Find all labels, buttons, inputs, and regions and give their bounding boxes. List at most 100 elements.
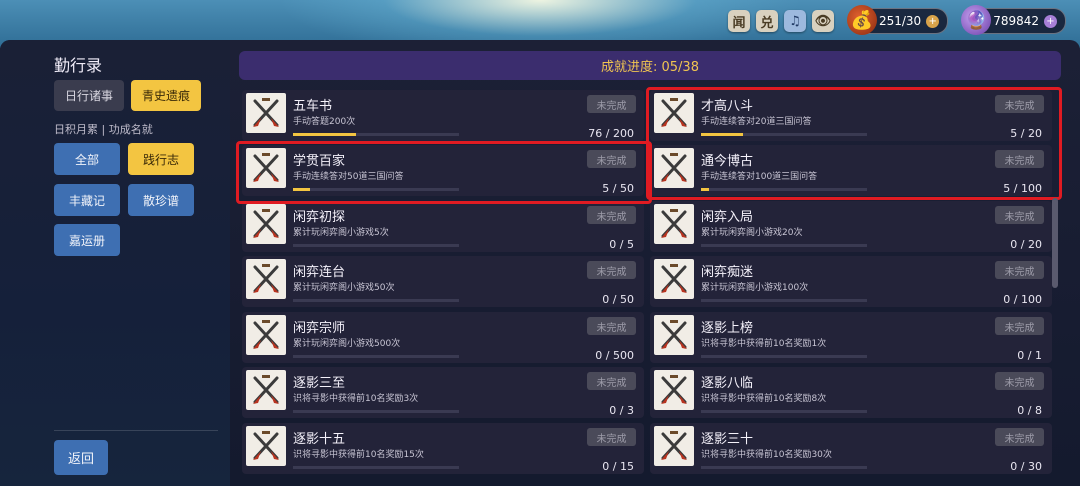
progress-count: 0 / 15 — [602, 460, 634, 473]
progress-fill — [293, 133, 356, 136]
progress-count: 0 / 8 — [1017, 404, 1042, 417]
progress-count: 0 / 5 — [609, 238, 634, 251]
highlight-box — [236, 141, 652, 204]
status-badge: 未完成 — [587, 206, 636, 224]
category-treasure-button[interactable]: 散珍谱 — [128, 184, 194, 216]
achievement-card[interactable]: 闲弈入局累计玩闲弈阁小游戏20次 未完成 0 / 20 — [650, 201, 1052, 252]
crossed-brushes-icon — [654, 426, 694, 466]
achievement-card[interactable]: 闲弈宗师累计玩闲弈阁小游戏500次 未完成 0 / 500 — [242, 312, 644, 363]
progress-count: 0 / 50 — [602, 293, 634, 306]
status-badge: 未完成 — [995, 261, 1044, 279]
scrollbar-thumb[interactable] — [1052, 198, 1058, 288]
progress-track — [293, 355, 459, 358]
progress-track — [701, 355, 867, 358]
crossed-brushes-icon — [246, 93, 286, 133]
status-badge: 未完成 — [995, 317, 1044, 335]
achievement-card[interactable]: 逐影上榜识将寻影中获得前10名奖励1次 未完成 0 / 1 — [650, 312, 1052, 363]
achievement-name: 逐影八临 — [701, 376, 754, 391]
progress-track — [293, 244, 459, 247]
achievement-card[interactable]: 闲弈连台累计玩闲弈阁小游戏50次 未完成 0 / 50 — [242, 256, 644, 307]
progress-track — [293, 299, 459, 302]
progress-track — [293, 410, 459, 413]
sidebar-subtitle: 日积月累 | 功成名就 — [54, 123, 153, 136]
achievement-name: 五车书 — [293, 99, 333, 114]
status-badge: 未完成 — [995, 206, 1044, 224]
top-bar: 闻 兑 ♫ 👁 💰 251/30 + 🔮 789842 + — [727, 5, 1066, 35]
achievement-name: 闲弈宗师 — [293, 321, 346, 336]
progress-track — [701, 244, 867, 247]
add-stamina-button[interactable]: + — [926, 14, 940, 28]
achievement-card[interactable]: 闲弈痴迷累计玩闲弈阁小游戏100次 未完成 0 / 100 — [650, 256, 1052, 307]
achievement-name: 闲弈初探 — [293, 210, 346, 225]
highlight-box — [646, 87, 1062, 200]
crossed-brushes-icon — [246, 204, 286, 244]
achievement-progress-banner: 成就进度: 05/38 — [239, 51, 1061, 80]
tab-daily-tasks[interactable]: 日行诸事 — [54, 80, 124, 111]
progress-count: 0 / 500 — [595, 349, 634, 362]
category-collection-button[interactable]: 丰藏记 — [54, 184, 120, 216]
eye-button[interactable]: 👁 — [811, 10, 834, 32]
achievement-description: 识将寻影中获得前10名奖励30次 — [701, 450, 832, 460]
progress-track — [293, 466, 459, 469]
category-fortune-button[interactable]: 嘉运册 — [54, 224, 120, 256]
achievement-description: 手动答题200次 — [293, 117, 356, 127]
progress-count: 0 / 100 — [1003, 293, 1042, 306]
back-button[interactable]: 返回 — [54, 440, 108, 475]
stamina-counter: 💰 251/30 + — [846, 5, 949, 35]
stamina-value: 251/30 — [878, 14, 922, 28]
achievement-description: 累计玩闲弈阁小游戏50次 — [293, 283, 395, 293]
progress-track — [293, 133, 459, 136]
achievement-panel: 勤行录 日行诸事 青史遗痕 日积月累 | 功成名就 全部 践行志 丰藏记 散珍谱… — [0, 40, 1080, 486]
achievement-name: 逐影十五 — [293, 432, 346, 447]
progress-count: 0 / 1 — [1017, 349, 1042, 362]
achievement-name: 闲弈入局 — [701, 210, 754, 225]
tab-history-traces[interactable]: 青史遗痕 — [131, 80, 201, 111]
achievement-description: 识将寻影中获得前10名奖励15次 — [293, 450, 424, 460]
scrollbar[interactable] — [1052, 98, 1058, 478]
progress-track — [701, 466, 867, 469]
crossed-brushes-icon — [654, 370, 694, 410]
achievement-description: 累计玩闲弈阁小游戏100次 — [701, 283, 809, 293]
achievement-card[interactable]: 闲弈初探 累计玩闲弈阁小游戏5次 未完成 0 / 5 — [242, 201, 644, 252]
achievement-name: 闲弈连台 — [293, 265, 346, 280]
achievement-name: 闲弈痴迷 — [701, 265, 754, 280]
crossed-brushes-icon — [246, 315, 286, 355]
status-badge: 未完成 — [587, 261, 636, 279]
achievement-name: 逐影三十 — [701, 432, 754, 447]
crossed-brushes-icon — [246, 259, 286, 299]
music-button[interactable]: ♫ — [783, 10, 806, 32]
achievement-description: 识将寻影中获得前10名奖励1次 — [701, 339, 827, 349]
panel-title: 勤行录 — [54, 56, 103, 75]
progress-track — [701, 299, 867, 302]
progress-track — [701, 410, 867, 413]
crossed-brushes-icon — [654, 204, 694, 244]
achievement-description: 累计玩闲弈阁小游戏500次 — [293, 339, 401, 349]
progress-count: 0 / 20 — [1010, 238, 1042, 251]
achievement-card[interactable]: 逐影三至 识将寻影中获得前10名奖励3次 未完成 0 / 3 — [242, 367, 644, 418]
currency-value: 789842 — [993, 14, 1039, 28]
category-all-button[interactable]: 全部 — [54, 143, 120, 175]
crossed-brushes-icon — [246, 426, 286, 466]
category-practice-button[interactable]: 践行志 — [128, 143, 194, 175]
status-badge: 未完成 — [587, 428, 636, 446]
add-currency-button[interactable]: + — [1044, 14, 1057, 28]
achievement-name: 逐影三至 — [293, 376, 346, 391]
achievement-card[interactable]: 逐影八临 识将寻影中获得前10名奖励8次 未完成 0 / 8 — [650, 367, 1052, 418]
sidebar-divider — [54, 430, 218, 431]
currency-counter: 🔮 789842 + — [961, 5, 1066, 35]
exchange-button[interactable]: 兑 — [755, 10, 778, 32]
achievement-description: 累计玩闲弈阁小游戏20次 — [701, 228, 803, 238]
achievement-name: 逐影上榜 — [701, 321, 754, 336]
progress-count: 0 / 3 — [609, 404, 634, 417]
status-badge: 未完成 — [587, 372, 636, 390]
progress-count: 0 / 30 — [1010, 460, 1042, 473]
achievement-card[interactable]: 逐影十五识将寻影中获得前10名奖励15次 未完成 0 / 15 — [242, 423, 644, 474]
status-badge: 未完成 — [995, 372, 1044, 390]
crossed-brushes-icon — [246, 370, 286, 410]
news-button[interactable]: 闻 — [727, 10, 750, 32]
status-badge: 未完成 — [587, 317, 636, 335]
crossed-brushes-icon — [654, 315, 694, 355]
status-badge: 未完成 — [587, 95, 636, 113]
achievement-card[interactable]: 五车书 手动答题200次 未完成 76 / 200 — [242, 90, 644, 141]
achievement-card[interactable]: 逐影三十 识将寻影中获得前10名奖励30次 未完成 0 / 30 — [650, 423, 1052, 474]
